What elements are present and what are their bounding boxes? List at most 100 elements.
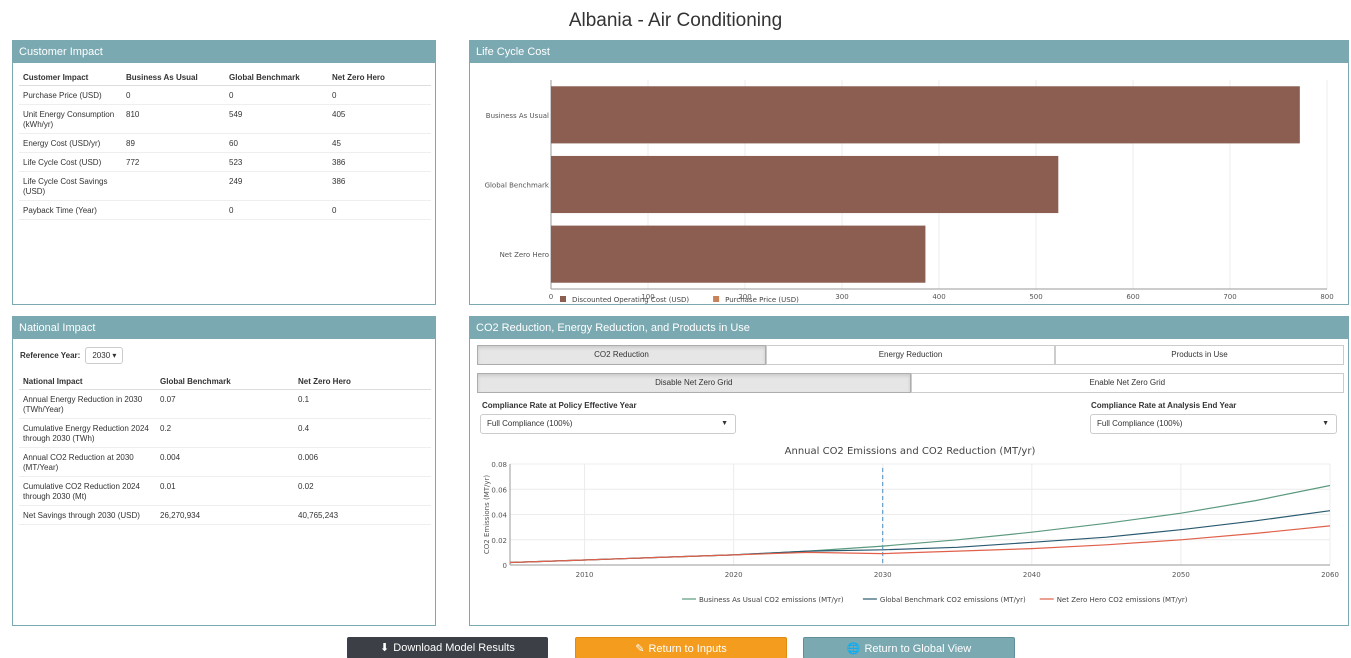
x-tick-label: 2020 [725, 571, 743, 579]
legend-label: Business As Usual CO2 emissions (MT/yr) [699, 596, 844, 604]
life-cycle-cost-header: Life Cycle Cost [470, 41, 1348, 63]
table-cell: Life Cycle Cost Savings (USD) [19, 171, 122, 201]
table-cell: 0.1 [294, 389, 431, 419]
table-row: Purchase Price (USD) 0 0 0 [19, 85, 431, 105]
return-inputs-label: Return to Inputs [648, 643, 727, 655]
table-cell: 0.006 [294, 447, 431, 477]
tab-disable-net-zero-grid[interactable]: Disable Net Zero Grid [477, 373, 911, 393]
download-label: Download Model Results [393, 642, 515, 654]
table-cell: 0.4 [294, 418, 431, 448]
y-tick-label: Net Zero Hero [500, 251, 549, 259]
legend-label: Discounted Operating Cost (USD) [572, 296, 689, 304]
x-tick-label: 400 [932, 293, 945, 301]
y-tick-label: Business As Usual [486, 112, 549, 120]
column-header: National Impact [19, 373, 156, 390]
y-tick-label: 0.08 [491, 461, 507, 469]
caret-down-icon: ▼ [1322, 420, 1329, 427]
column-header: Net Zero Hero [328, 69, 431, 86]
table-cell: 405 [328, 104, 431, 134]
table-row: Cumulative CO2 Reduction 2024 through 20… [19, 476, 431, 506]
bar [551, 155, 1059, 214]
table-row: Annual CO2 Reduction at 2030 (MT/Year) 0.… [19, 447, 431, 477]
co2-reduction-header: CO2 Reduction, Energy Reduction, and Pro… [470, 317, 1348, 339]
table-row: Net Savings through 2030 (USD) 26,270,934… [19, 505, 431, 525]
x-tick-label: 600 [1126, 293, 1139, 301]
table-cell: 45 [328, 133, 431, 153]
bar [551, 86, 1300, 144]
table-row: Payback Time (Year) 0 0 [19, 200, 431, 220]
table-cell: 26,270,934 [156, 505, 294, 525]
metric-tabs: CO2 Reduction Energy Reduction Products … [477, 345, 1344, 365]
tab-energy-reduction[interactable]: Energy Reduction [766, 345, 1055, 365]
x-tick-label: 2030 [874, 571, 892, 579]
tab-co2-reduction[interactable]: CO2 Reduction [477, 345, 766, 365]
table-cell: 523 [225, 152, 328, 172]
page-title: Albania - Air Conditioning [568, 10, 783, 31]
table-cell: Net Savings through 2030 (USD) [19, 505, 156, 525]
chart-title: Annual CO2 Emissions and CO2 Reduction (… [785, 446, 1036, 457]
return-to-inputs-button[interactable]: ✎ Return to Inputs [575, 637, 787, 658]
table-cell: 0 [328, 200, 431, 220]
table-cell: Annual CO2 Reduction at 2030 (MT/Year) [19, 447, 156, 477]
column-header: Global Benchmark [225, 69, 328, 86]
x-tick-label: 2010 [576, 571, 594, 579]
x-tick-label: 0 [549, 293, 553, 301]
table-cell: 0 [122, 85, 225, 105]
policy-compliance-value: Full Compliance (100%) [487, 419, 573, 428]
policy-compliance-label: Compliance Rate at Policy Effective Year [482, 401, 637, 410]
legend-label: Global Benchmark CO2 emissions (MT/yr) [880, 596, 1026, 604]
table-cell [122, 200, 225, 220]
policy-compliance-select[interactable]: Full Compliance (100%) ▼ [480, 414, 736, 434]
life-cycle-cost-panel: Life Cycle Cost 0 100 200 300 400 500 600 700 80… [469, 40, 1349, 305]
series-line [509, 525, 1331, 564]
table-cell: Unit Energy Consumption (kWh/yr) [19, 104, 122, 134]
x-tick-label: 2040 [1023, 571, 1041, 579]
reference-year-select[interactable]: 2030 ▾ [85, 347, 124, 364]
reference-year-row: Reference Year: 2030 ▾ [20, 347, 124, 364]
table-cell: Annual Energy Reduction in 2030 (TWh/Yea… [19, 389, 156, 419]
legend-swatch [560, 296, 566, 302]
globe-icon: 🌐 [846, 643, 861, 655]
table-row: Life Cycle Cost (USD) 772 523 386 [19, 152, 431, 172]
table-row: Cumulative Energy Reduction 2024 through… [19, 418, 431, 448]
end-year-compliance-label: Compliance Rate at Analysis End Year [1091, 401, 1237, 410]
download-model-results-button[interactable]: ⬇ Download Model Results [347, 637, 548, 658]
life-cycle-cost-chart: 0 100 200 300 400 500 600 700 800Business As Usu… [485, 80, 1334, 304]
table-cell: Life Cycle Cost (USD) [19, 152, 122, 172]
table-cell: 0 [328, 85, 431, 105]
table-cell: 40,765,243 [294, 505, 431, 525]
end-year-compliance-value: Full Compliance (100%) [1097, 419, 1183, 428]
legend-label: Net Zero Hero CO2 emissions (MT/yr) [1057, 596, 1188, 604]
x-tick-label: 800 [1320, 293, 1333, 301]
grid-tabs: Disable Net Zero Grid Enable Net Zero Gr… [477, 373, 1344, 393]
edit-icon: ✎ [635, 643, 645, 655]
end-year-compliance-select[interactable]: Full Compliance (100%) ▼ [1090, 414, 1337, 434]
tab-enable-net-zero-grid[interactable]: Enable Net Zero Grid [910, 373, 1344, 393]
table-cell: Payback Time (Year) [19, 200, 122, 220]
series-line [509, 484, 1331, 564]
x-tick-label: 2050 [1172, 571, 1190, 579]
y-axis-label: CO2 Emissions (MT/yr) [483, 475, 491, 555]
return-to-global-view-button[interactable]: 🌐 Return to Global View [803, 637, 1015, 658]
table-cell: 0 [225, 200, 328, 220]
legend-label: Purchase Price (USD) [725, 296, 799, 304]
table-cell: 549 [225, 104, 328, 134]
table-cell: 0.2 [156, 418, 294, 448]
y-tick-label: 0.02 [491, 537, 507, 545]
bar [551, 225, 926, 283]
column-header: Global Benchmark [156, 373, 294, 390]
table-header-row: Customer Impact Business As Usual Global… [19, 69, 431, 86]
national-impact-table: National Impact Global Benchmark Net Zer… [19, 373, 431, 525]
table-cell: 89 [122, 133, 225, 153]
tab-products-in-use[interactable]: Products in Use [1055, 345, 1344, 365]
table-cell: 386 [328, 152, 431, 172]
co2-reduction-panel: CO2 Reduction, Energy Reduction, and Pro… [469, 316, 1349, 626]
table-cell: 249 [225, 171, 328, 201]
table-row: Unit Energy Consumption (kWh/yr) 810 549 40… [19, 104, 431, 134]
table-cell: Cumulative Energy Reduction 2024 through… [19, 418, 156, 448]
y-tick-label: 0 [503, 562, 507, 570]
y-tick-label: 0.06 [491, 486, 507, 494]
caret-down-icon: ▼ [721, 420, 728, 427]
customer-impact-header: Customer Impact [13, 41, 435, 63]
reference-year-label: Reference Year: [20, 351, 81, 360]
